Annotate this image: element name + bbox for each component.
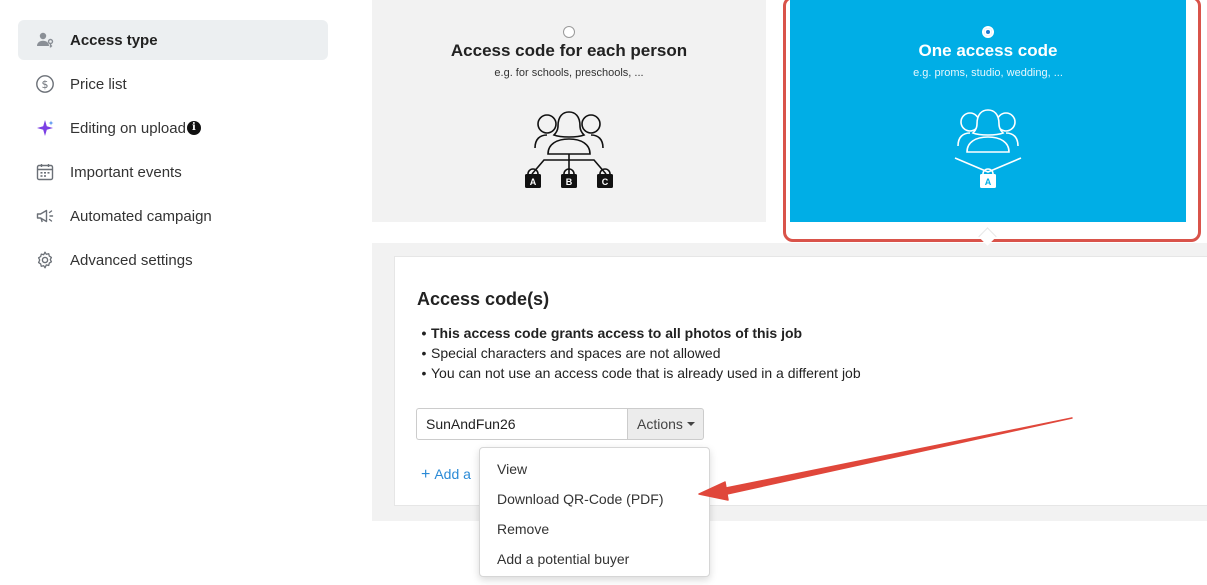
group-single-lock-icon: A <box>933 108 1043 203</box>
list-item: Special characters and spaces are not al… <box>417 343 861 363</box>
user-key-icon <box>34 29 56 51</box>
access-code-input-group: Actions <box>416 408 704 440</box>
rules-list: This access code grants access to all ph… <box>417 323 861 383</box>
sidebar-item-editing-on-upload[interactable]: Editing on upload i <box>18 108 328 148</box>
info-icon[interactable]: i <box>186 121 201 135</box>
lock-label: A <box>530 177 537 187</box>
plus-icon: + <box>421 466 431 483</box>
menu-item-download-qr[interactable]: Download QR-Code (PDF) <box>480 484 709 514</box>
caret-down-icon <box>686 422 695 426</box>
menu-item-add-buyer[interactable]: Add a potential buyer <box>480 544 709 574</box>
menu-item-remove[interactable]: Remove <box>480 514 709 544</box>
calendar-icon <box>34 161 56 183</box>
sidebar-item-automated-campaign[interactable]: Automated campaign <box>18 196 328 236</box>
sidebar-item-label: Important events <box>70 163 182 181</box>
sidebar-item-important-events[interactable]: Important events <box>18 152 328 192</box>
sidebar-item-access-type[interactable]: Access type <box>18 20 328 60</box>
add-link-label: Add a <box>434 466 471 482</box>
svg-text:$: $ <box>42 78 49 91</box>
group-multi-lock-icon: A B C <box>514 108 624 203</box>
panel-title: Access code(s) <box>417 289 550 309</box>
access-type-card-one-code[interactable]: One access code e.g. proms, studio, wedd… <box>790 0 1186 222</box>
actions-label: Actions <box>637 416 683 432</box>
sidebar: Access type $ Price list Editing on uplo… <box>18 20 328 284</box>
access-code-input[interactable] <box>416 408 627 440</box>
actions-dropdown-button[interactable]: Actions <box>627 408 704 440</box>
radio-one-code[interactable] <box>982 26 994 38</box>
list-item: You can not use an access code that is a… <box>417 363 861 383</box>
menu-item-view[interactable]: View <box>480 454 709 484</box>
sidebar-item-price-list[interactable]: $ Price list <box>18 64 328 104</box>
lock-label: C <box>602 177 609 187</box>
sparkle-icon <box>34 117 56 139</box>
actions-menu: View Download QR-Code (PDF) Remove Add a… <box>479 447 710 577</box>
list-item: This access code grants access to all ph… <box>417 323 861 343</box>
radio-each-person[interactable] <box>563 26 575 38</box>
lock-label: B <box>566 177 573 187</box>
sidebar-item-label: Price list <box>70 75 127 93</box>
sidebar-item-label: Automated campaign <box>70 207 212 225</box>
sidebar-item-label: Advanced settings <box>70 251 193 269</box>
card-title: Access code for each person <box>450 41 688 60</box>
card-subtitle: e.g. proms, studio, wedding, ... <box>913 67 1063 79</box>
access-type-card-each-person[interactable]: Access code for each person e.g. for sch… <box>372 0 766 222</box>
lock-label: A <box>985 177 992 187</box>
gear-icon <box>34 249 56 271</box>
sidebar-item-label: Editing on upload <box>70 119 186 137</box>
sidebar-item-label: Access type <box>70 31 158 49</box>
megaphone-icon <box>34 205 56 227</box>
sidebar-item-advanced-settings[interactable]: Advanced settings <box>18 240 328 280</box>
card-subtitle: e.g. for schools, preschools, ... <box>494 67 644 79</box>
card-title: One access code <box>918 41 1058 60</box>
add-access-code-link[interactable]: + Add a <box>421 466 471 484</box>
dollar-circle-icon: $ <box>34 73 56 95</box>
